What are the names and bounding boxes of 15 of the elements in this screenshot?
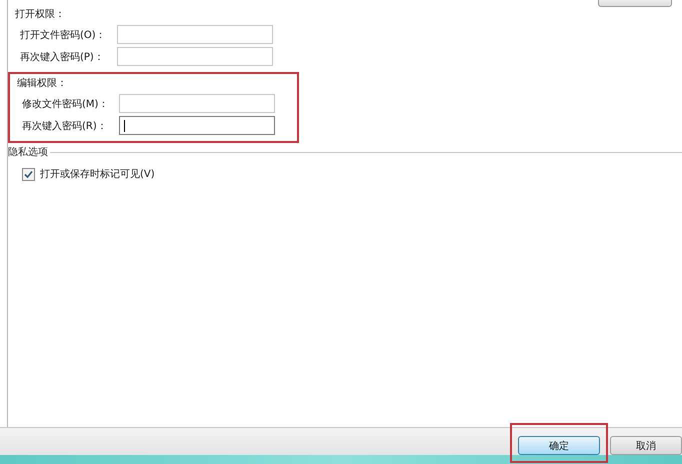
- checkbox-label: 打开或保存时标记可见(V): [40, 168, 155, 181]
- section-title: 打开权限：: [15, 8, 66, 22]
- password-field[interactable]: [119, 94, 275, 113]
- field-label: 再次键入密码(P)：: [20, 50, 105, 64]
- password-field[interactable]: [119, 116, 275, 135]
- field-label: 打开文件密码(O)：: [20, 28, 107, 42]
- field-label: 再次键入密码(R)：: [22, 120, 108, 132]
- group-title: 隐私选项: [8, 146, 48, 159]
- password-field[interactable]: [117, 25, 273, 44]
- password-field[interactable]: [117, 47, 273, 66]
- section-title: 编辑权限：: [17, 77, 68, 91]
- checkbox[interactable]: [22, 168, 35, 180]
- cancel-button[interactable]: 取消: [610, 436, 682, 455]
- ok-button[interactable]: 确定: [518, 436, 600, 455]
- field-label: 修改文件密码(M)：: [22, 98, 110, 110]
